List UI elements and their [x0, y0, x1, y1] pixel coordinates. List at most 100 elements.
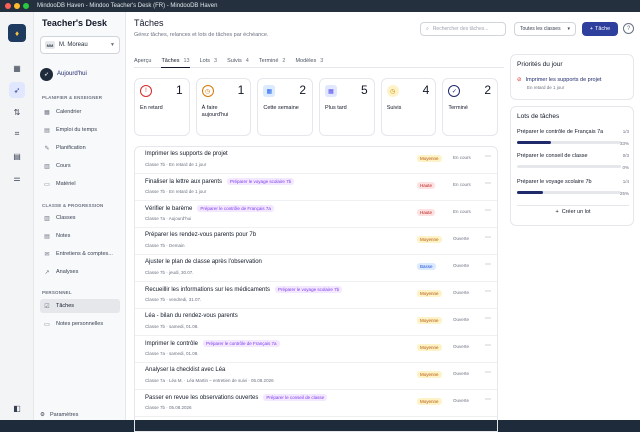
plus-icon: + — [589, 26, 593, 32]
summary-card-week[interactable]: ▦ 2 Cette semaine — [257, 78, 314, 136]
priorities-panel: Priorités du jour ⊘ Imprimer les support… — [510, 54, 634, 100]
status-badge: En cours — [453, 209, 471, 214]
search-input[interactable]: ⌕ Rechercher des tâches... — [420, 22, 506, 36]
swap-icon[interactable]: ⇅ — [9, 104, 25, 120]
user-switcher[interactable]: MM M. Moreau ▼ — [40, 36, 120, 54]
note-icon: ▭ — [44, 321, 50, 328]
pencil-icon: ✎ — [44, 145, 50, 152]
close-window-button[interactable] — [5, 3, 11, 9]
table-row[interactable]: Vérifier le barème Préparer le contrôle d… — [135, 201, 497, 228]
database-icon[interactable]: ▤ — [9, 148, 25, 164]
sidebar-item-notes[interactable]: ▤ Notes — [40, 229, 120, 243]
status-badge: En cours — [453, 155, 471, 160]
tab-suivis[interactable]: Suivis 4 — [227, 54, 249, 68]
lot-item[interactable]: Préparer le conseil de classe 0/3 0% — [517, 153, 629, 170]
summary-card-later[interactable]: ▦ 5 Plus tard — [319, 78, 375, 136]
status-badge: Ouverte — [453, 344, 470, 349]
tab-apercu[interactable]: Aperçu — [134, 54, 151, 68]
lots-title: Lots de tâches — [517, 113, 560, 120]
tab-termine[interactable]: Terminé 2 — [259, 54, 286, 68]
sidebar-item-cours[interactable]: ▥ Cours — [40, 159, 120, 173]
settings-button[interactable]: ⚙ Paramètres — [40, 412, 78, 418]
summary-card-followups[interactable]: ◷ 4 Suivis — [380, 78, 437, 136]
page-title: Tâches — [134, 18, 164, 28]
nav-today[interactable]: ➶ Aujourd'hui — [40, 66, 120, 82]
sidebar-item-emploi-du-temps[interactable]: ▤ Emploi du temps — [40, 123, 120, 137]
priorities-title: Priorités du jour — [517, 61, 563, 68]
summary-card-overdue[interactable]: ! 1 En retard — [134, 78, 190, 136]
more-icon[interactable]: ⋯ — [485, 261, 491, 268]
tab-modeles[interactable]: Modèles 3 — [295, 54, 323, 68]
book-icon: ▥ — [44, 163, 50, 170]
priority-badge: Haute — [417, 209, 436, 216]
task-list: Imprimer les supports de projet Classe 7… — [134, 146, 498, 432]
tab-lots[interactable]: Lots 3 — [200, 54, 217, 68]
priority-item[interactable]: ⊘ Imprimer les supports de projet En ret… — [517, 77, 601, 90]
table-row[interactable]: Passer en revue les observations ouverte… — [135, 390, 497, 417]
more-icon[interactable]: ⋯ — [485, 342, 491, 349]
sidebar-item-planification[interactable]: ✎ Planification — [40, 141, 120, 155]
scan-icon[interactable]: ⌗ — [9, 126, 25, 142]
table-row[interactable]: Ajuster le plan de classe après l'observ… — [135, 255, 497, 282]
table-row[interactable]: Imprimer le contrôle Préparer le contrôle… — [135, 336, 497, 363]
lot-tag: Préparer le contrôle de Français 7a — [203, 340, 280, 347]
help-icon[interactable]: ? — [623, 23, 634, 34]
table-row[interactable]: Recueillir les informations sur les médi… — [135, 282, 497, 309]
alert-icon: ⊘ — [517, 77, 522, 83]
sidebar-item-materiel[interactable]: ▭ Matériel — [40, 177, 120, 191]
table-row[interactable]: Finaliser la lettre aux parents Préparer … — [135, 174, 497, 201]
table-row[interactable]: Imprimer les supports de projet Classe 7… — [135, 147, 497, 174]
section-title: PERSONNEL — [42, 290, 72, 295]
more-icon[interactable]: ⋯ — [485, 180, 491, 187]
lot-progress-bar — [517, 165, 621, 168]
lot-item[interactable]: Préparer le voyage scolaire 7b 1/4 25% — [517, 179, 629, 196]
sidebar-item-classes[interactable]: ▥ Classes — [40, 211, 120, 225]
priority-badge: Moyenne — [417, 236, 442, 243]
priority-badge: Basse — [417, 263, 436, 270]
table-row[interactable]: Léa - bilan du rendez-vous parents Class… — [135, 309, 497, 336]
sliders-icon[interactable]: ⚌ — [9, 170, 25, 186]
table-row[interactable]: Analyser la checklist avec Léa Classe 7a… — [135, 363, 497, 390]
plus-icon: + — [555, 208, 559, 215]
more-icon[interactable]: ⋯ — [485, 369, 491, 376]
more-icon[interactable]: ⋯ — [485, 315, 491, 322]
checklist-icon: ☑ — [44, 303, 50, 310]
sidebar-item-notes-personnelles[interactable]: ▭ Notes personnelles — [40, 317, 120, 331]
sidebar-item-entretiens[interactable]: ✉ Entretiens & comptes... — [40, 247, 120, 261]
summary-card-today[interactable]: ◷ 1 À faire aujourd'hui — [195, 78, 252, 136]
more-icon[interactable]: ⋯ — [485, 288, 491, 295]
panel-toggle-icon[interactable]: ◧ — [9, 400, 25, 416]
lot-item[interactable]: Préparer le contrôle de Français 7a 1/3 … — [517, 129, 629, 146]
gear-icon: ⚙ — [40, 412, 45, 418]
grid-icon[interactable]: ▦ — [9, 60, 25, 76]
rocket-icon[interactable]: ➶ — [9, 82, 25, 98]
status-badge: Ouverte — [453, 263, 470, 268]
main-content: Tâches Gérez tâches, relances et lots de… — [126, 12, 640, 432]
add-task-button[interactable]: + Tâche — [582, 22, 618, 36]
summary-card-done[interactable]: ✓ 2 Terminé — [442, 78, 499, 136]
brand-title: Teacher's Desk — [42, 18, 108, 28]
user-name: M. Moreau — [59, 42, 88, 48]
class-filter-select[interactable]: Toutes les classes ▾ — [514, 22, 576, 36]
alert-icon: ! — [140, 85, 152, 97]
more-icon[interactable]: ⋯ — [485, 153, 491, 160]
sidebar-item-analyses[interactable]: ↗ Analyses — [40, 265, 120, 279]
page-subtitle: Gérez tâches, relances et lots de tâches… — [134, 32, 269, 38]
more-icon[interactable]: ⋯ — [485, 207, 491, 214]
tab-taches[interactable]: Tâches 13 — [161, 54, 190, 68]
window-controls[interactable] — [5, 3, 29, 9]
status-badge: Ouverte — [453, 371, 470, 376]
more-icon[interactable]: ⋯ — [485, 234, 491, 241]
more-icon[interactable]: ⋯ — [485, 396, 491, 403]
priority-badge: Haute — [417, 182, 436, 189]
nav-today-label: Aujourd'hui — [57, 71, 87, 77]
priority-badge: Moyenne — [417, 155, 442, 162]
sidebar-item-calendrier[interactable]: ▦ Calendrier — [40, 105, 120, 119]
doc-icon: ▤ — [44, 233, 50, 240]
chevron-down-icon: ▼ — [110, 42, 115, 48]
zoom-window-button[interactable] — [23, 3, 29, 9]
minimize-window-button[interactable] — [14, 3, 20, 9]
sidebar-item-taches[interactable]: ☑ Tâches — [40, 299, 120, 313]
create-lot-button[interactable]: + Créer un lot — [517, 205, 629, 217]
table-row[interactable]: Préparer les rendez-vous parents pour 7b… — [135, 228, 497, 255]
